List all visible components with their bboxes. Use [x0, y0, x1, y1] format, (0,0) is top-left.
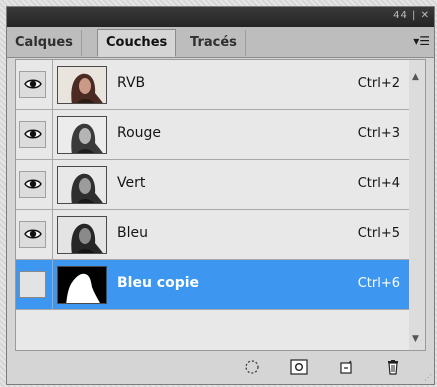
- channel-shortcut: Ctrl+3: [357, 126, 400, 141]
- scroll-up-arrow-icon[interactable]: ▲: [412, 72, 419, 82]
- panel-tabs: Calques Couches Tracés ▾☰: [7, 27, 434, 58]
- eye-icon: [24, 79, 42, 89]
- row-divider: [52, 110, 53, 159]
- scroll-down-arrow-icon[interactable]: ▼: [412, 334, 419, 344]
- channel-row-bleu-copie[interactable]: Bleu copie Ctrl+6: [16, 260, 410, 310]
- channel-name: Bleu: [117, 225, 148, 241]
- load-selection-icon: [245, 360, 259, 374]
- channel-row-rvb[interactable]: RVB Ctrl+2: [16, 60, 410, 110]
- channel-row-vert[interactable]: Vert Ctrl+4: [16, 160, 410, 210]
- channel-thumbnail: [57, 166, 107, 204]
- delete-channel-button[interactable]: [384, 358, 402, 376]
- resize-grip-icon[interactable]: ⋰: [424, 373, 432, 382]
- channel-name: Bleu copie: [117, 275, 200, 291]
- row-divider: [52, 210, 53, 259]
- tab-couches[interactable]: Couches: [97, 29, 177, 57]
- channel-thumbnail: [57, 266, 107, 304]
- visibility-toggle[interactable]: [19, 121, 46, 148]
- channel-name: RVB: [117, 75, 146, 91]
- new-channel-icon: [340, 360, 352, 374]
- delete-channel-icon: [388, 360, 398, 375]
- visibility-toggle[interactable]: [19, 271, 46, 298]
- tab-traces[interactable]: Tracés: [182, 30, 246, 56]
- channel-thumbnail: [57, 216, 107, 254]
- channels-scrollbar[interactable]: ▲ ▼: [409, 59, 426, 351]
- new-channel-button[interactable]: [337, 358, 355, 376]
- save-selection-icon: [290, 359, 308, 375]
- channel-name: Rouge: [117, 125, 162, 141]
- row-divider: [52, 260, 53, 309]
- channel-shortcut: Ctrl+5: [357, 226, 400, 241]
- tab-calques[interactable]: Calques: [7, 30, 82, 56]
- channel-shortcut: Ctrl+6: [357, 276, 400, 291]
- load-selection-button[interactable]: [243, 358, 261, 376]
- save-selection-button[interactable]: [290, 358, 308, 376]
- eye-icon: [24, 129, 42, 139]
- panel-window-controls[interactable]: 44 | ✕: [393, 10, 430, 21]
- eye-icon: [24, 179, 42, 189]
- channels-list: RVB Ctrl+2 Rouge Ctrl+3 Vert Ctrl+4 Bleu…: [15, 59, 411, 351]
- panel-menu-icon[interactable]: ▾☰: [413, 34, 430, 48]
- channel-row-rouge[interactable]: Rouge Ctrl+3: [16, 110, 410, 160]
- channel-row-bleu[interactable]: Bleu Ctrl+5: [16, 210, 410, 260]
- panel-footer: ⋰: [7, 350, 434, 384]
- channels-panel: 44 | ✕ Calques Couches Tracés ▾☰ RVB Ctr…: [6, 6, 435, 385]
- channel-shortcut: Ctrl+2: [357, 76, 400, 91]
- eye-icon: [24, 229, 42, 239]
- channel-thumbnail: [57, 66, 107, 104]
- visibility-toggle[interactable]: [19, 171, 46, 198]
- channel-shortcut: Ctrl+4: [357, 176, 400, 191]
- panel-titlebar: 44 | ✕: [7, 7, 434, 27]
- channel-thumbnail: [57, 116, 107, 154]
- channel-name: Vert: [117, 175, 146, 191]
- visibility-toggle[interactable]: [19, 71, 46, 98]
- row-divider: [52, 160, 53, 209]
- visibility-toggle[interactable]: [19, 221, 46, 248]
- row-divider: [52, 60, 53, 109]
